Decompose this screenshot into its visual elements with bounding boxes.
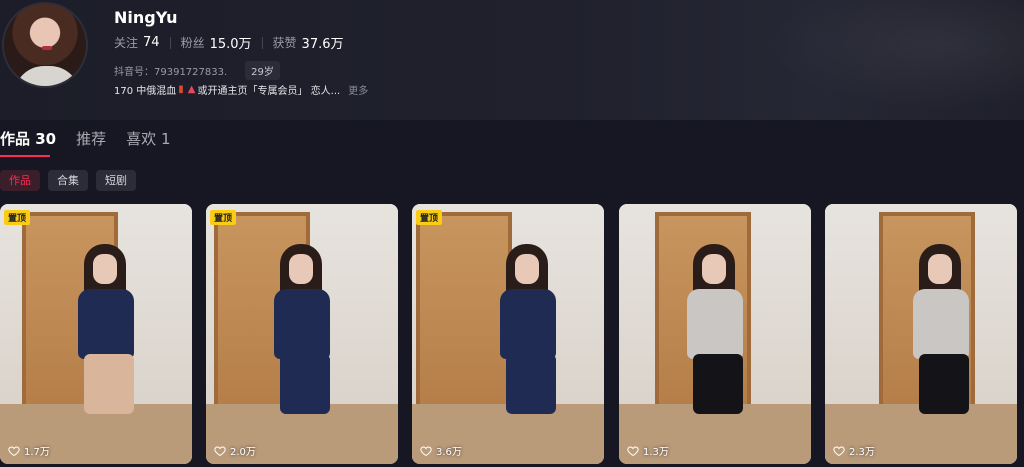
flame-icon: ▮ [178,84,184,95]
following-label: 关注 [114,36,139,50]
chip-collections[interactable]: 合集 [48,170,88,191]
video-card[interactable]: 置顶 1.7万 [0,204,192,464]
chip-short-dramas[interactable]: 短剧 [96,170,136,191]
video-likes: 1.3万 [627,443,669,458]
profile-stats: 关注 74 粉丝 15.0万 获赞 37.6万 [114,33,344,52]
profile-meta: 抖音号：79391727833. 29岁 [114,61,280,80]
bio-text: 或开通主页「专属会员」 恋人... [197,86,341,97]
video-card[interactable]: 置顶 2.0万 [206,204,398,464]
likes-count-label: 2.0万 [230,447,256,458]
person-figure [70,244,140,414]
stat-divider [169,36,171,49]
profile-tabs: 作品 30 推荐 喜欢 1 [0,128,190,149]
more-link[interactable]: 更多 [348,82,368,97]
car-icon: ▲ [187,84,196,95]
likes-count-label: 1.3万 [643,447,669,458]
video-likes: 2.3万 [833,443,875,458]
followers-label: 粉丝 [180,36,205,50]
pinned-badge: 置顶 [416,210,443,225]
likes-count-label: 3.6万 [436,447,462,458]
likes-count: 37.6万 [301,37,344,52]
age-badge: 29岁 [245,61,280,80]
video-card[interactable]: 1.3万 [619,204,811,464]
tab-recommend[interactable]: 推荐 [76,128,106,149]
pinned-badge: 置顶 [4,210,31,225]
tab-works[interactable]: 作品 30 [0,128,56,149]
person-figure [266,244,336,414]
profile-avatar[interactable] [2,2,88,88]
likes-count-label: 1.7万 [24,447,50,458]
chip-works[interactable]: 作品 [0,170,40,191]
profile-bio: 170 中俄混血 ▮ ▲ 或开通主页「专属会员」 恋人... 更多 [114,82,368,97]
heart-icon [833,445,845,456]
followers-count[interactable]: 15.0万 [210,33,252,52]
likes-count-label: 2.3万 [849,447,875,458]
video-card[interactable]: 置顶 3.6万 [412,204,604,464]
pinned-badge: 置顶 [210,210,237,225]
profile-name: NingYu [114,8,178,27]
bio-prefix: 170 中俄混血 [114,86,177,97]
person-figure [905,244,975,414]
tab-likes[interactable]: 喜欢 1 [126,128,170,149]
video-likes: 1.7万 [8,443,50,458]
video-grid: 置顶 1.7万 置顶 2.0万 置顶 3.6万 1.3万 2.3万 [0,204,1024,464]
douyin-id: 抖音号：79391727833. [114,67,228,78]
following-count[interactable]: 74 [143,35,160,50]
heart-icon [627,445,639,456]
video-card[interactable]: 2.3万 [825,204,1017,464]
heart-icon [420,445,432,456]
heart-icon [214,445,226,456]
stat-divider [261,36,263,49]
filter-chips: 作品 合集 短剧 [0,170,144,191]
person-figure [679,244,749,414]
likes-label: 获赞 [272,36,297,50]
heart-icon [8,445,20,456]
active-tab-indicator [0,155,50,157]
video-likes: 2.0万 [214,443,256,458]
video-likes: 3.6万 [420,443,462,458]
person-figure [492,244,562,414]
